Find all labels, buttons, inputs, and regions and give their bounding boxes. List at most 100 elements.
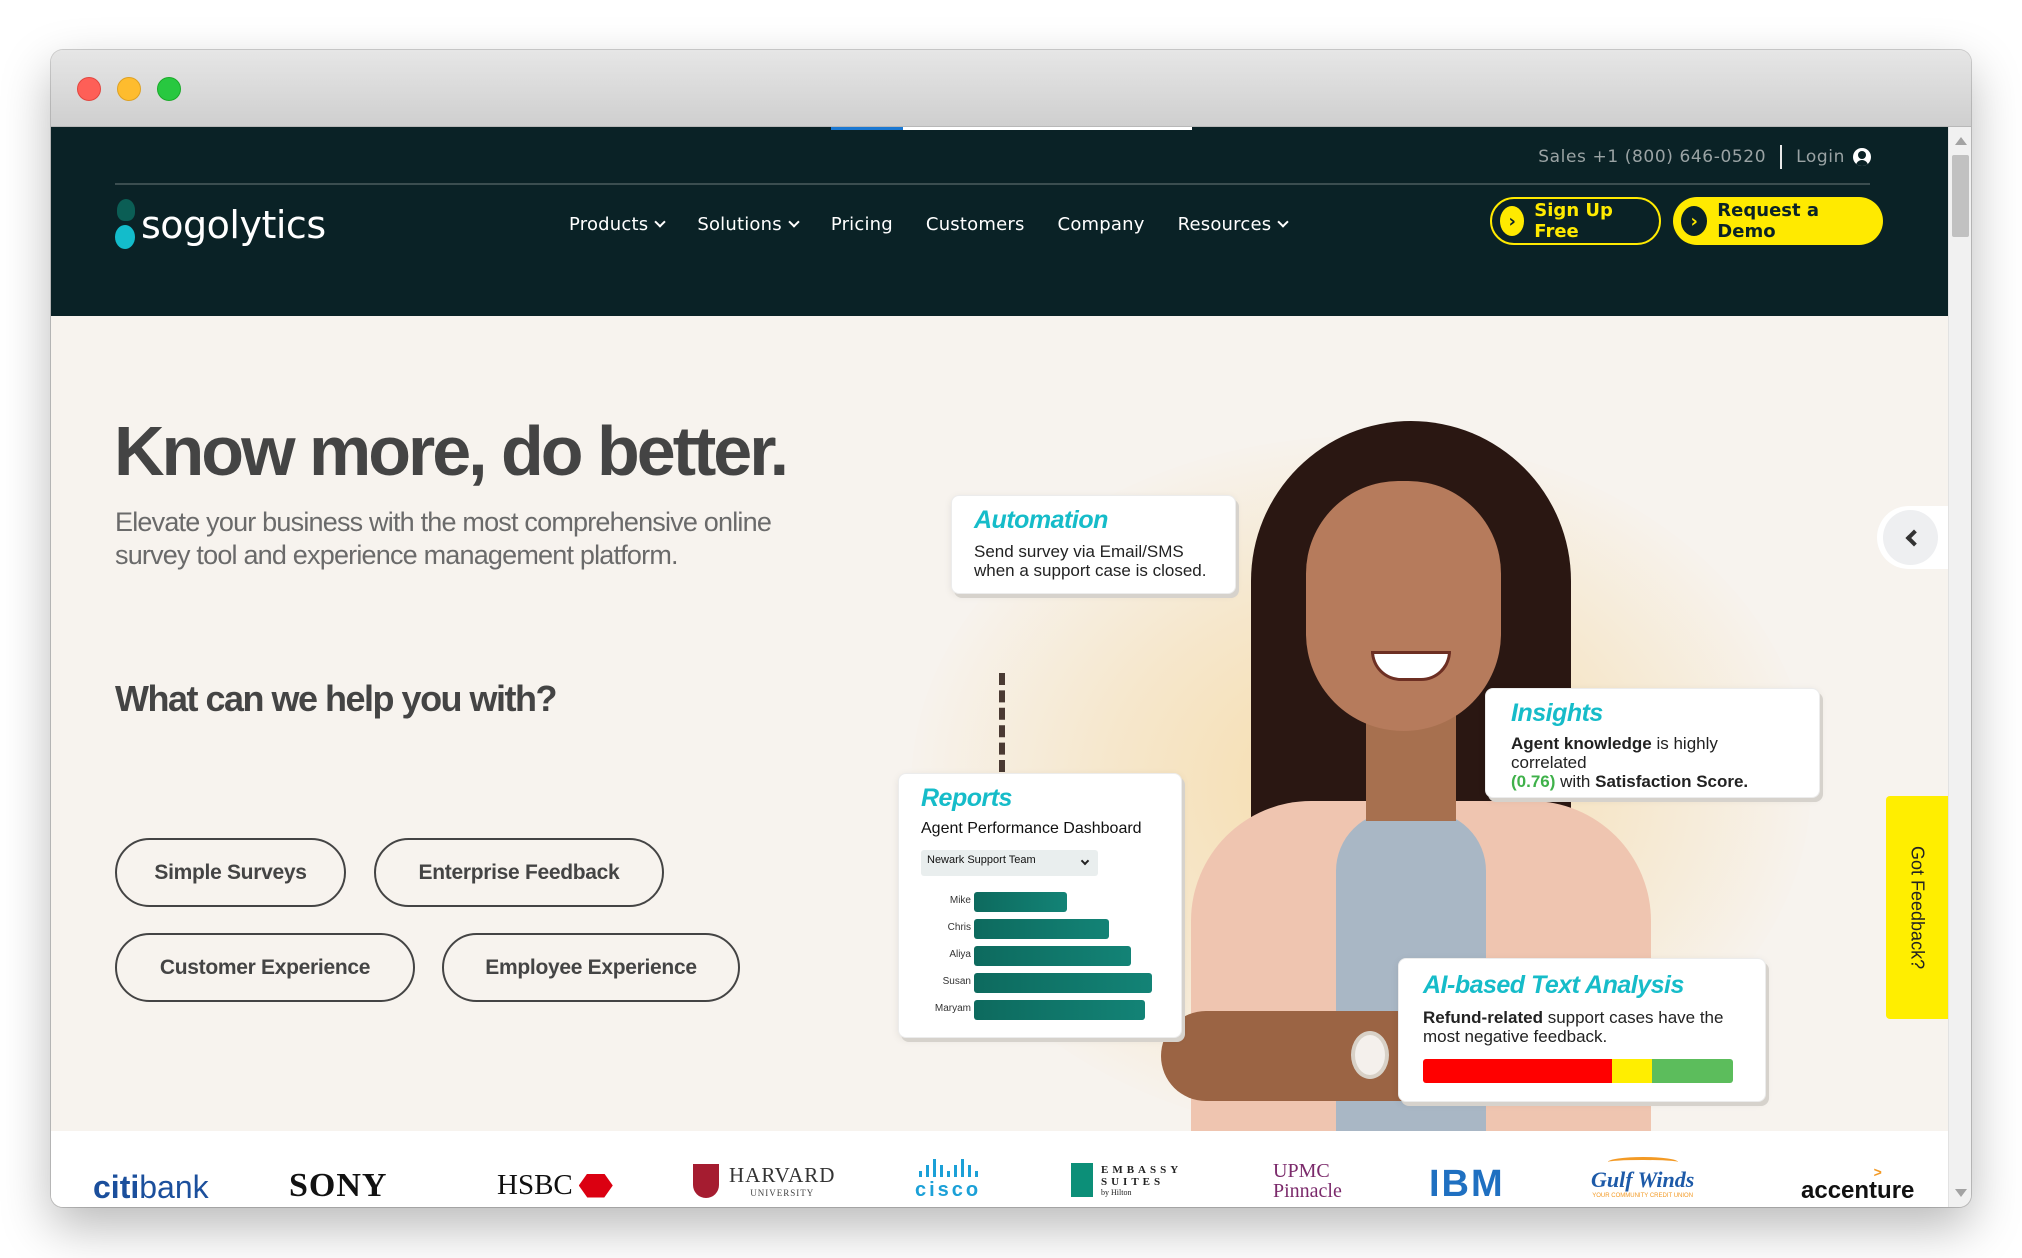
option-employee-experience[interactable]: Employee Experience — [442, 933, 740, 1002]
ai-text-analysis-card: AI-based Text Analysis Refund-related su… — [1398, 958, 1766, 1102]
chevron-down-icon — [1277, 215, 1289, 228]
page-load-progress — [831, 127, 1192, 130]
chevron-left-icon — [1883, 510, 1938, 565]
team-dropdown-value: Newark Support Team — [927, 854, 1036, 866]
logo-ibm: IBM — [1429, 1163, 1505, 1205]
option-simple-surveys[interactable]: Simple Surveys — [115, 838, 346, 907]
sentiment-positive-segment — [1652, 1059, 1733, 1083]
scroll-up-arrow-icon[interactable] — [1955, 137, 1967, 145]
sentiment-neutral-segment — [1612, 1059, 1653, 1083]
arrow-right-icon: › — [1681, 206, 1708, 236]
menu-item-customers[interactable]: Customers — [926, 214, 1025, 235]
embassy-text: EMBASSY — [1101, 1163, 1183, 1176]
option-customer-experience[interactable]: Customer Experience — [115, 933, 415, 1002]
automation-card: Automation Send survey via Email/SMS whe… — [951, 495, 1236, 594]
bar-label: Chris — [947, 922, 971, 933]
insights-connector: with — [1555, 772, 1596, 791]
ai-title: AI-based Text Analysis — [1423, 971, 1684, 999]
menu-item-label: Customers — [925, 213, 1025, 235]
got-feedback-tab[interactable]: Got Feedback? — [1886, 796, 1948, 1019]
cisco-bars-icon — [918, 1159, 978, 1177]
insights-card: Insights Agent knowledge is highly corre… — [1485, 688, 1820, 798]
connector-dashed-line — [999, 673, 1005, 772]
logo-text: sogolytics — [141, 203, 326, 247]
bar-label: Aliya — [949, 949, 971, 960]
bar-row: Maryam — [899, 1000, 1183, 1020]
side-panel-toggle[interactable] — [1877, 506, 1948, 569]
insights-target-metric: Satisfaction Score. — [1595, 772, 1749, 791]
logo-cisco: cisco — [915, 1159, 981, 1202]
logo-harvard: HARVARD UNIVERSITY — [693, 1163, 835, 1198]
hero-headline: Know more, do better. — [114, 412, 789, 490]
sogolytics-logo[interactable]: sogolytics — [115, 197, 326, 253]
correlation-value: (0.76) — [1511, 772, 1556, 791]
ai-topic: Refund-related — [1423, 1008, 1543, 1027]
menu-item-label: Solutions — [697, 213, 782, 235]
suites-text: SUITES — [1101, 1175, 1165, 1188]
chevron-down-icon — [788, 215, 800, 228]
header-divider — [115, 183, 1870, 185]
automation-line2: when a support case is closed. — [974, 561, 1207, 580]
sentiment-negative-segment — [1423, 1059, 1613, 1083]
hero-subhead: Elevate your business with the most comp… — [115, 507, 772, 570]
menu-item-label: Resources — [1177, 213, 1272, 235]
gulf-winds-text: Gulf Winds — [1591, 1167, 1695, 1192]
logo-gulf-winds: Gulf Winds YOUR COMMUNITY CREDIT UNION — [1591, 1157, 1694, 1199]
sign-up-label: Sign Up Free — [1534, 200, 1613, 242]
harvard-shield-icon — [693, 1163, 719, 1198]
menu-item-resources[interactable]: Resources — [1177, 213, 1289, 235]
sign-up-free-button[interactable]: › Sign Up Free — [1490, 197, 1661, 245]
insights-metric: Agent knowledge — [1511, 734, 1652, 753]
chevron-down-icon — [1080, 856, 1090, 866]
insights-title: Insights — [1511, 699, 1603, 727]
utility-divider — [1780, 145, 1783, 169]
sales-phone-link[interactable]: Sales +1 (800) 646-0520 — [1538, 147, 1766, 167]
reports-card: Reports Agent Performance Dashboard Newa… — [898, 773, 1182, 1038]
browser-window: Sales +1 (800) 646-0520 Login sogolytics… — [51, 50, 1971, 1207]
menu-item-label: Company — [1057, 213, 1145, 235]
scrollbar-thumb[interactable] — [1952, 155, 1969, 237]
request-demo-button[interactable]: › Request a Demo — [1673, 197, 1883, 245]
gulf-winds-tagline: YOUR COMMUNITY CREDIT UNION — [1592, 1193, 1694, 1199]
harvard-text: HARVARD — [729, 1163, 836, 1187]
watch-icon — [1351, 1031, 1389, 1079]
agent-bar-chart: Mike Chris Aliya Susan Maryam — [899, 892, 1183, 1032]
bar — [974, 1000, 1145, 1020]
menu-item-solutions[interactable]: Solutions — [697, 213, 800, 235]
ai-text: Refund-related support cases have the mo… — [1423, 1008, 1741, 1046]
automation-line1: Send survey via Email/SMS — [974, 542, 1184, 561]
option-enterprise-feedback[interactable]: Enterprise Feedback — [374, 838, 664, 907]
harvard-sub: UNIVERSITY — [750, 1188, 815, 1198]
menu-item-pricing[interactable]: Pricing — [831, 214, 893, 235]
help-question: What can we help you with? — [115, 678, 558, 719]
scroll-down-arrow-icon[interactable] — [1955, 1189, 1967, 1197]
menu-item-company[interactable]: Company — [1058, 214, 1145, 235]
logo-citibank: citi bank — [93, 1169, 209, 1205]
menu-item-products[interactable]: Products — [569, 214, 666, 235]
logo-hsbc: HSBC — [497, 1169, 613, 1202]
upmc-text: UPMC — [1273, 1160, 1330, 1182]
user-icon — [1853, 148, 1871, 166]
login-label: Login — [1796, 147, 1845, 167]
gulf-winds-swoosh-icon — [1607, 1157, 1678, 1167]
close-window-button[interactable] — [77, 77, 101, 101]
bar-row: Chris — [899, 919, 1183, 939]
sentiment-bar — [1423, 1059, 1733, 1083]
by-hilton-text: by Hilton — [1101, 1187, 1132, 1197]
page-scrollbar[interactable] — [1948, 127, 1971, 1207]
bar — [974, 892, 1067, 912]
bar — [974, 973, 1152, 993]
hsbc-hexagon-icon — [578, 1173, 613, 1198]
hero-section: Know more, do better. Elevate your busin… — [51, 316, 1948, 1131]
login-link[interactable]: Login — [1796, 147, 1871, 167]
page-viewport: Sales +1 (800) 646-0520 Login sogolytics… — [51, 127, 1948, 1207]
reports-title: Reports — [921, 784, 1012, 812]
team-dropdown[interactable]: Newark Support Team — [921, 850, 1098, 876]
accenture-text: accenture — [1801, 1177, 1915, 1204]
logo-sony: SONY — [289, 1167, 388, 1204]
minimize-window-button[interactable] — [117, 77, 141, 101]
browser-titlebar — [51, 50, 1971, 127]
maximize-window-button[interactable] — [157, 77, 181, 101]
bar-label: Susan — [942, 976, 971, 987]
bar-row: Mike — [899, 892, 1183, 912]
